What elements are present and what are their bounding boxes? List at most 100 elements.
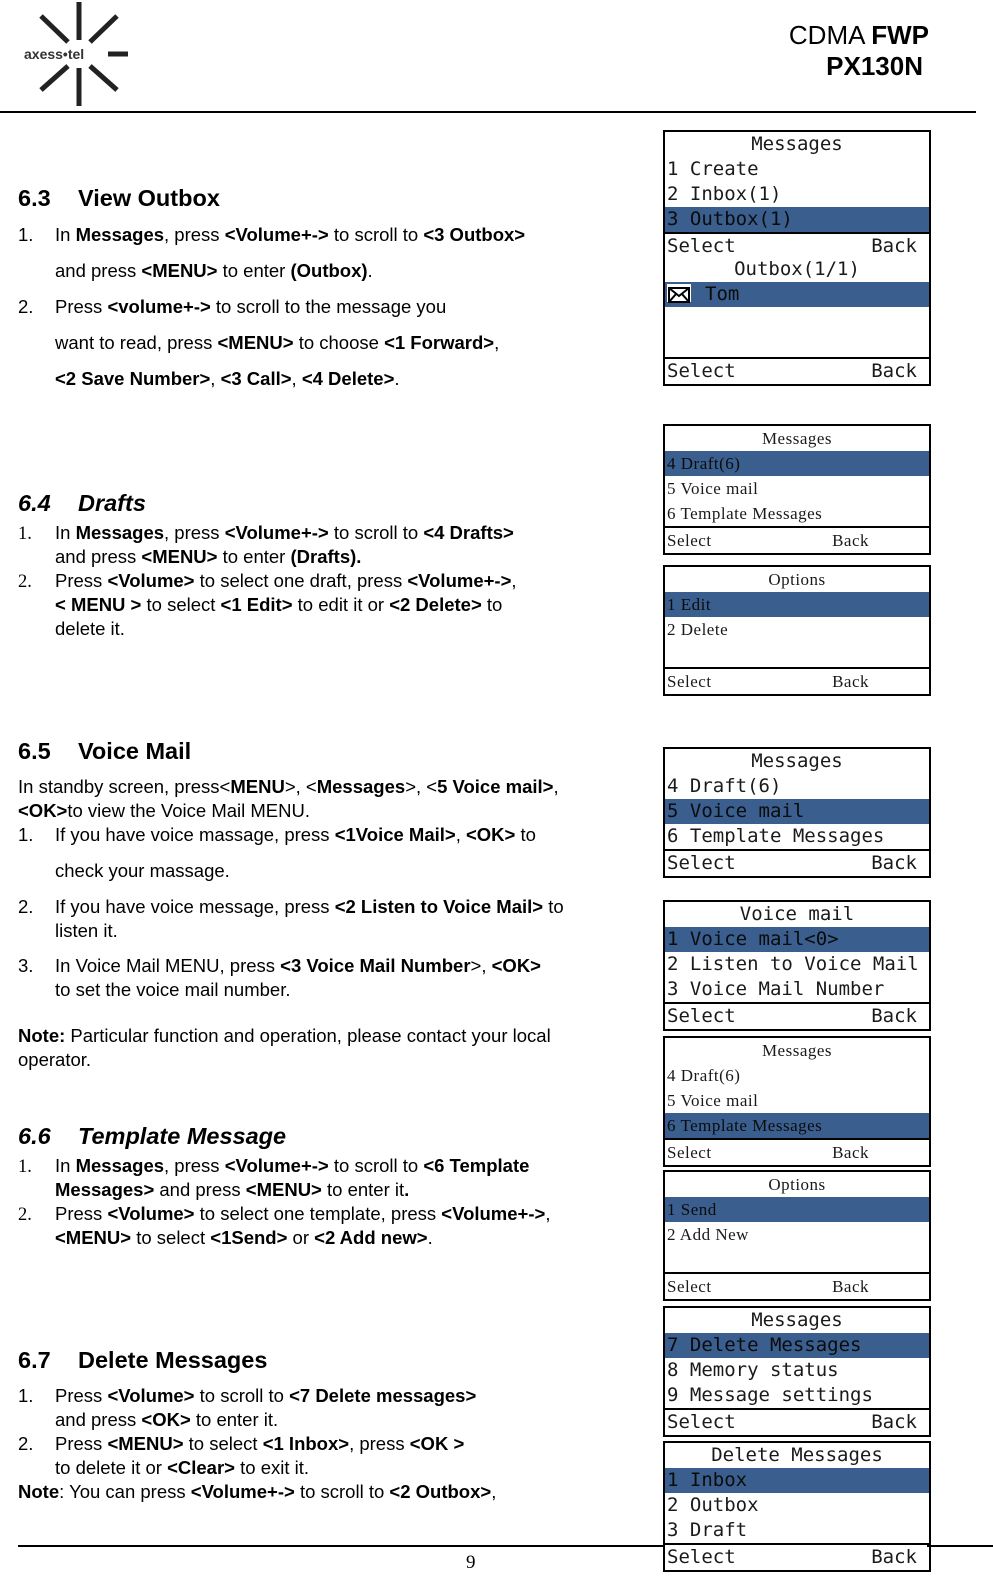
text-line: < MENU > to select <1 Edit> to edit it o… xyxy=(55,593,502,617)
text: want to read, press xyxy=(55,332,218,353)
softkey-back[interactable]: Back xyxy=(832,669,869,694)
softkey-select[interactable]: Select xyxy=(667,234,736,259)
menu-item[interactable]: 3 Draft xyxy=(665,1518,929,1543)
softkey-back[interactable]: Back xyxy=(832,1274,869,1299)
bold-text: <3 Outbox> xyxy=(423,224,526,245)
menu-item[interactable]: 2 Delete xyxy=(665,617,929,642)
list-number: 1. xyxy=(18,824,34,845)
menu-item[interactable]: 5 Voice mail xyxy=(665,476,929,501)
text-line: 1. Press <Volume> to scroll to <7 Delete … xyxy=(18,1384,476,1408)
bold-text: Messages xyxy=(316,776,406,797)
empty-row xyxy=(665,1247,929,1272)
softkey-back[interactable]: Back xyxy=(871,1545,917,1570)
header-divider xyxy=(0,111,976,113)
menu-item[interactable]: 9 Message settings xyxy=(665,1383,929,1408)
list-number: 2. xyxy=(18,572,32,592)
text-line: delete it. xyxy=(55,617,125,641)
menu-item[interactable]: 2 Add New xyxy=(665,1222,929,1247)
menu-item[interactable]: 4 Draft(6) xyxy=(665,774,929,799)
footer-divider-right xyxy=(927,1545,993,1547)
bold-text: <MENU> xyxy=(55,1227,132,1248)
menu-item[interactable]: 1 Inbox xyxy=(665,1468,929,1493)
bold-text: <4 Drafts> xyxy=(423,522,514,543)
softkey-select[interactable]: Select xyxy=(667,1004,736,1029)
text: to select xyxy=(183,1433,263,1454)
softkey-bar: Select Back xyxy=(665,1138,929,1165)
softkey-back[interactable]: Back xyxy=(871,1004,917,1029)
softkey-select[interactable]: Select xyxy=(667,1274,712,1299)
softkey-back[interactable]: Back xyxy=(832,1140,869,1165)
menu-item-label: 1 Create xyxy=(667,158,759,180)
softkey-select[interactable]: Select xyxy=(667,669,712,694)
section-heading-6-3: 6.3 View Outbox xyxy=(18,185,220,211)
text: to scroll to xyxy=(294,1481,390,1502)
softkey-back[interactable]: Back xyxy=(871,234,917,259)
softkey-bar: Select Back xyxy=(665,667,929,694)
menu-item[interactable]: Tom xyxy=(665,282,929,307)
bold-text: (Outbox) xyxy=(290,260,368,281)
menu-item[interactable]: 1 Create xyxy=(665,157,929,182)
menu-item[interactable]: 2 Outbox xyxy=(665,1493,929,1518)
section-heading-6-6: 6.6 Template Message xyxy=(18,1123,287,1149)
menu-item[interactable]: 3 Outbox(1) xyxy=(665,207,929,232)
text-line: 3. In Voice Mail MENU, press <3 Voice Mai… xyxy=(18,954,541,978)
menu-item-label: 6 Template Messages xyxy=(667,504,823,523)
menu-item[interactable]: 1 Edit xyxy=(665,592,929,617)
text: to scroll to xyxy=(328,224,424,245)
menu-item[interactable]: 2 Inbox(1) xyxy=(665,182,929,207)
section-heading-6-7: 6.7 Delete Messages xyxy=(18,1347,268,1373)
softkey-bar: Select Back xyxy=(665,357,929,384)
header-model: PX130N xyxy=(826,51,923,81)
text-line: and press <MENU> to enter (Drafts). xyxy=(55,545,361,569)
menu-item[interactable]: 4 Draft(6) xyxy=(665,1063,929,1088)
bold-text: Messages xyxy=(75,224,165,245)
text-line: want to read, press <MENU> to choose <1 … xyxy=(55,331,499,355)
menu-item[interactable]: 2 Listen to Voice Mail xyxy=(665,952,929,977)
text: to scroll to the message you xyxy=(210,296,447,317)
text-line: 2. Press <volume+-> to scroll to the mess… xyxy=(18,295,446,319)
phone-screen-messages: Messages 4 Draft(6) 5 Voice mail 6 Template… xyxy=(663,1036,931,1167)
softkey-back[interactable]: Back xyxy=(871,1410,917,1435)
text-line: and press <OK> to enter it. xyxy=(55,1408,278,1432)
bold-text: <3 Call> xyxy=(220,368,292,389)
text: to xyxy=(515,824,536,845)
menu-item[interactable]: 4 Draft(6) xyxy=(665,451,929,476)
menu-item[interactable]: 6 Template Messages xyxy=(665,1113,929,1138)
text: . xyxy=(394,368,400,389)
text: . xyxy=(367,260,373,281)
text-line: 2. Press <Volume> to select one draft, pr… xyxy=(18,569,517,594)
menu-item[interactable]: 1 Send xyxy=(665,1197,929,1222)
softkey-select[interactable]: Select xyxy=(667,851,736,876)
bold-text: Note: xyxy=(18,1025,66,1046)
menu-item[interactable]: 6 Template Messages xyxy=(665,501,929,526)
screen-title: Outbox(1/1) xyxy=(734,258,860,280)
softkey-back[interactable]: Back xyxy=(832,528,869,553)
menu-item[interactable]: 6 Template Messages xyxy=(665,824,929,849)
text: . xyxy=(427,1227,433,1248)
list-number: 2. xyxy=(18,1205,32,1225)
menu-item[interactable]: 5 Voice mail xyxy=(665,799,929,824)
text-line: 2. Press <MENU> to select <1 Inbox>, pres… xyxy=(18,1432,464,1456)
menu-item[interactable]: 7 Delete Messages xyxy=(665,1333,929,1358)
text: Press xyxy=(55,1203,108,1224)
menu-item[interactable]: 3 Voice Mail Number xyxy=(665,977,929,1002)
bold-text: Messages xyxy=(75,522,165,543)
menu-item[interactable]: 5 Voice mail xyxy=(665,1088,929,1113)
softkey-back[interactable]: Back xyxy=(871,851,917,876)
bold-text: <6 Template xyxy=(423,1155,530,1176)
softkey-select[interactable]: Select xyxy=(667,359,736,384)
header-fwp: FWP xyxy=(871,20,929,50)
softkey-select[interactable]: Select xyxy=(667,1545,736,1570)
softkey-select[interactable]: Select xyxy=(667,1410,736,1435)
menu-item[interactable]: 1 Voice mail<0> xyxy=(665,927,929,952)
menu-item[interactable]: 8 Memory status xyxy=(665,1358,929,1383)
bold-text: <2 Listen to Voice Mail> xyxy=(334,896,544,917)
text-line: operator. xyxy=(18,1048,91,1072)
softkey-back[interactable]: Back xyxy=(871,359,917,384)
text: In Voice Mail MENU, press xyxy=(55,955,281,976)
softkey-select[interactable]: Select xyxy=(667,528,712,553)
text: Press xyxy=(55,296,108,317)
softkey-select[interactable]: Select xyxy=(667,1140,712,1165)
text: to scroll to xyxy=(328,1155,424,1176)
bold-text: <1 Edit> xyxy=(220,594,293,615)
